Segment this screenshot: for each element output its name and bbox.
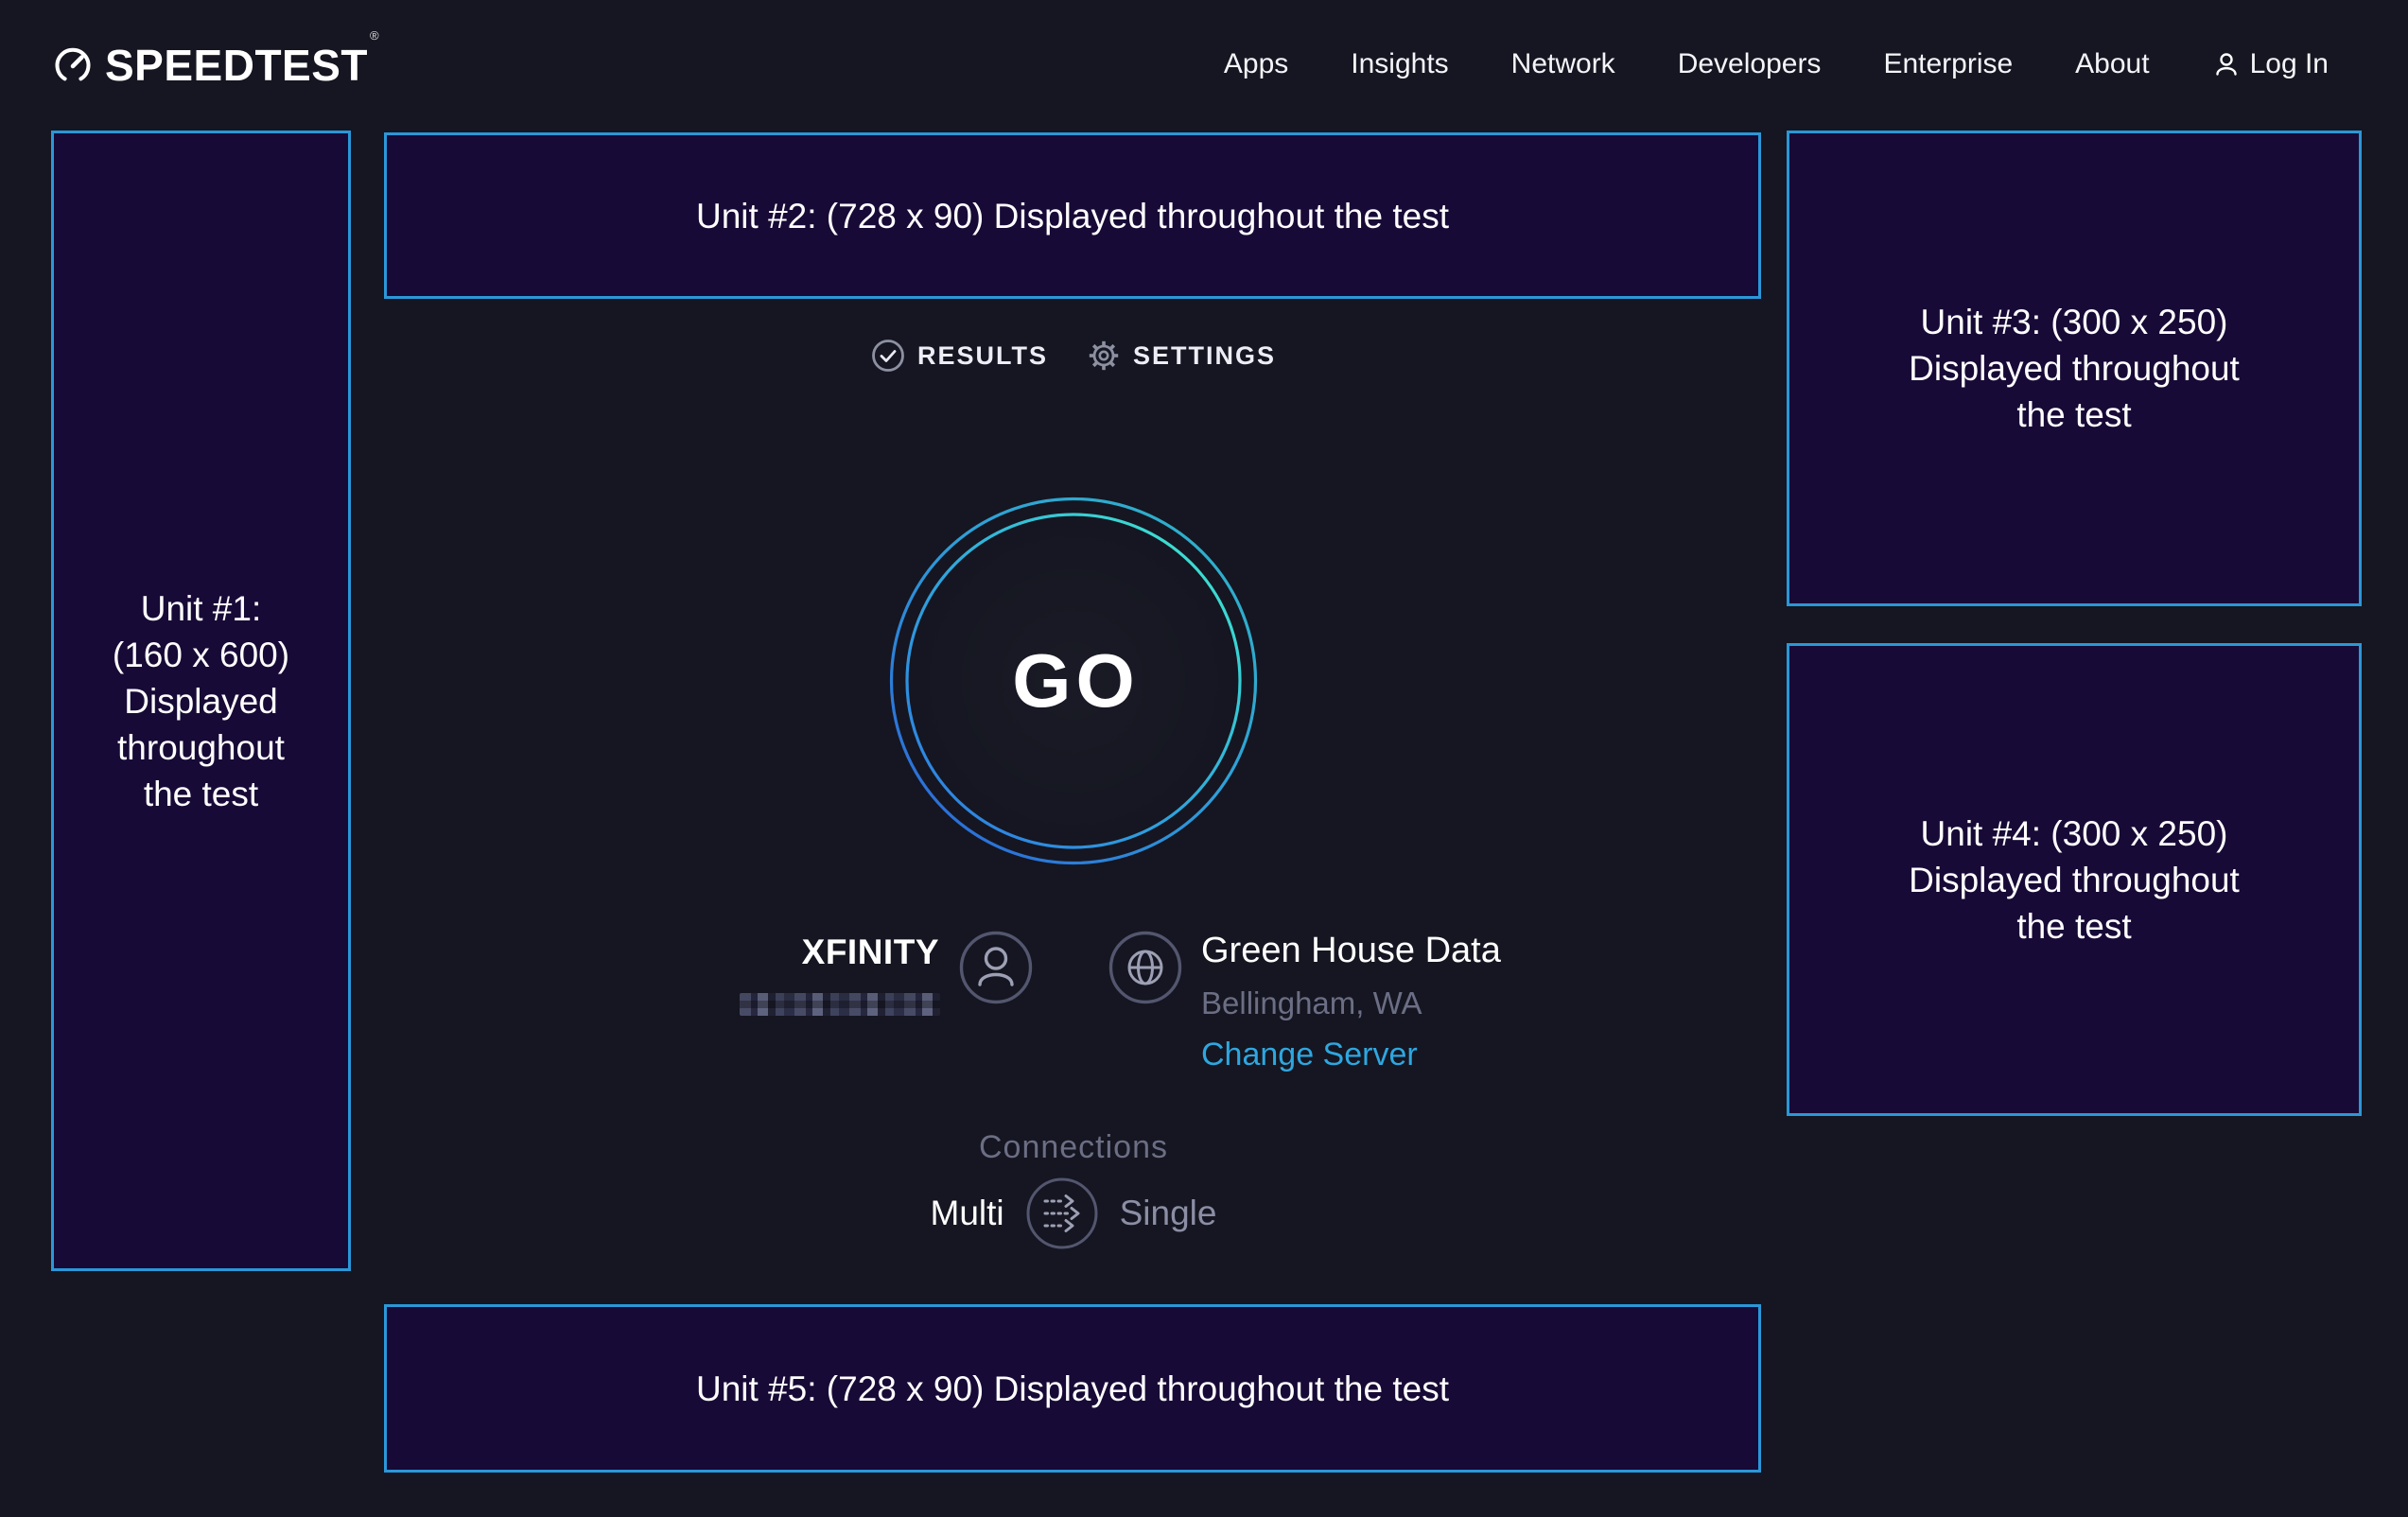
view-tabs: RESULTS [889,339,1258,373]
login-label: Log In [2250,48,2329,80]
tab-results[interactable]: RESULTS [871,339,1048,373]
nav-item-enterprise[interactable]: Enterprise [1883,48,2013,80]
speedtest-logo[interactable]: SPEEDTEST® [53,44,377,87]
ad-unit-1-skyscraper[interactable]: Unit #1: (160 x 600) Displayed throughou… [51,131,351,1271]
nav-item-insights[interactable]: Insights [1351,48,1448,80]
connections-multi-option[interactable]: Multi [931,1194,1004,1233]
user-icon [2212,50,2241,78]
ad-unit-4-rectangle[interactable]: Unit #4: (300 x 250) Displayed throughou… [1787,643,2362,1116]
main-nav: Apps Insights Network Developers Enterpr… [1224,19,2329,110]
login-button[interactable]: Log In [2212,48,2329,80]
multi-connection-arrows-icon[interactable] [1025,1177,1099,1250]
isp-user-icon [958,930,1034,1005]
go-button-label: GO [889,497,1258,865]
connections-toggle-row: Multi Single [889,1177,1258,1250]
brand-wordmark: SPEEDTEST [105,41,368,90]
server-location: Bellingham, WA [1201,985,1422,1021]
connections-label: Connections [889,1129,1258,1166]
trademark-symbol: ® [370,28,379,43]
ad-unit-2-leaderboard[interactable]: Unit #2: (728 x 90) Displayed throughout… [384,132,1761,299]
tab-settings[interactable]: SETTINGS [1087,339,1276,373]
speedometer-icon [53,45,93,85]
server-globe-icon [1108,930,1183,1005]
nav-item-developers[interactable]: Developers [1678,48,1822,80]
gear-icon [1087,339,1121,373]
isp-ip-redacted [740,993,940,1016]
nav-item-about[interactable]: About [2075,48,2149,80]
change-server-link[interactable]: Change Server [1201,1037,1418,1073]
server-name: Green House Data [1201,931,1501,971]
nav-item-apps[interactable]: Apps [1224,48,1288,80]
go-button[interactable]: GO [889,497,1258,865]
connections-single-option[interactable]: Single [1120,1194,1217,1233]
isp-name: XFINITY [605,933,939,972]
tab-results-label: RESULTS [917,341,1048,371]
ad-unit-3-rectangle[interactable]: Unit #3: (300 x 250) Displayed throughou… [1787,131,2362,606]
tab-settings-label: SETTINGS [1133,341,1276,371]
ad-unit-5-leaderboard[interactable]: Unit #5: (728 x 90) Displayed throughout… [384,1304,1761,1473]
speedtest-page: SPEEDTEST® Apps Insights Network Develop… [0,0,2408,1517]
nav-item-network[interactable]: Network [1511,48,1615,80]
check-circle-icon [871,339,905,373]
